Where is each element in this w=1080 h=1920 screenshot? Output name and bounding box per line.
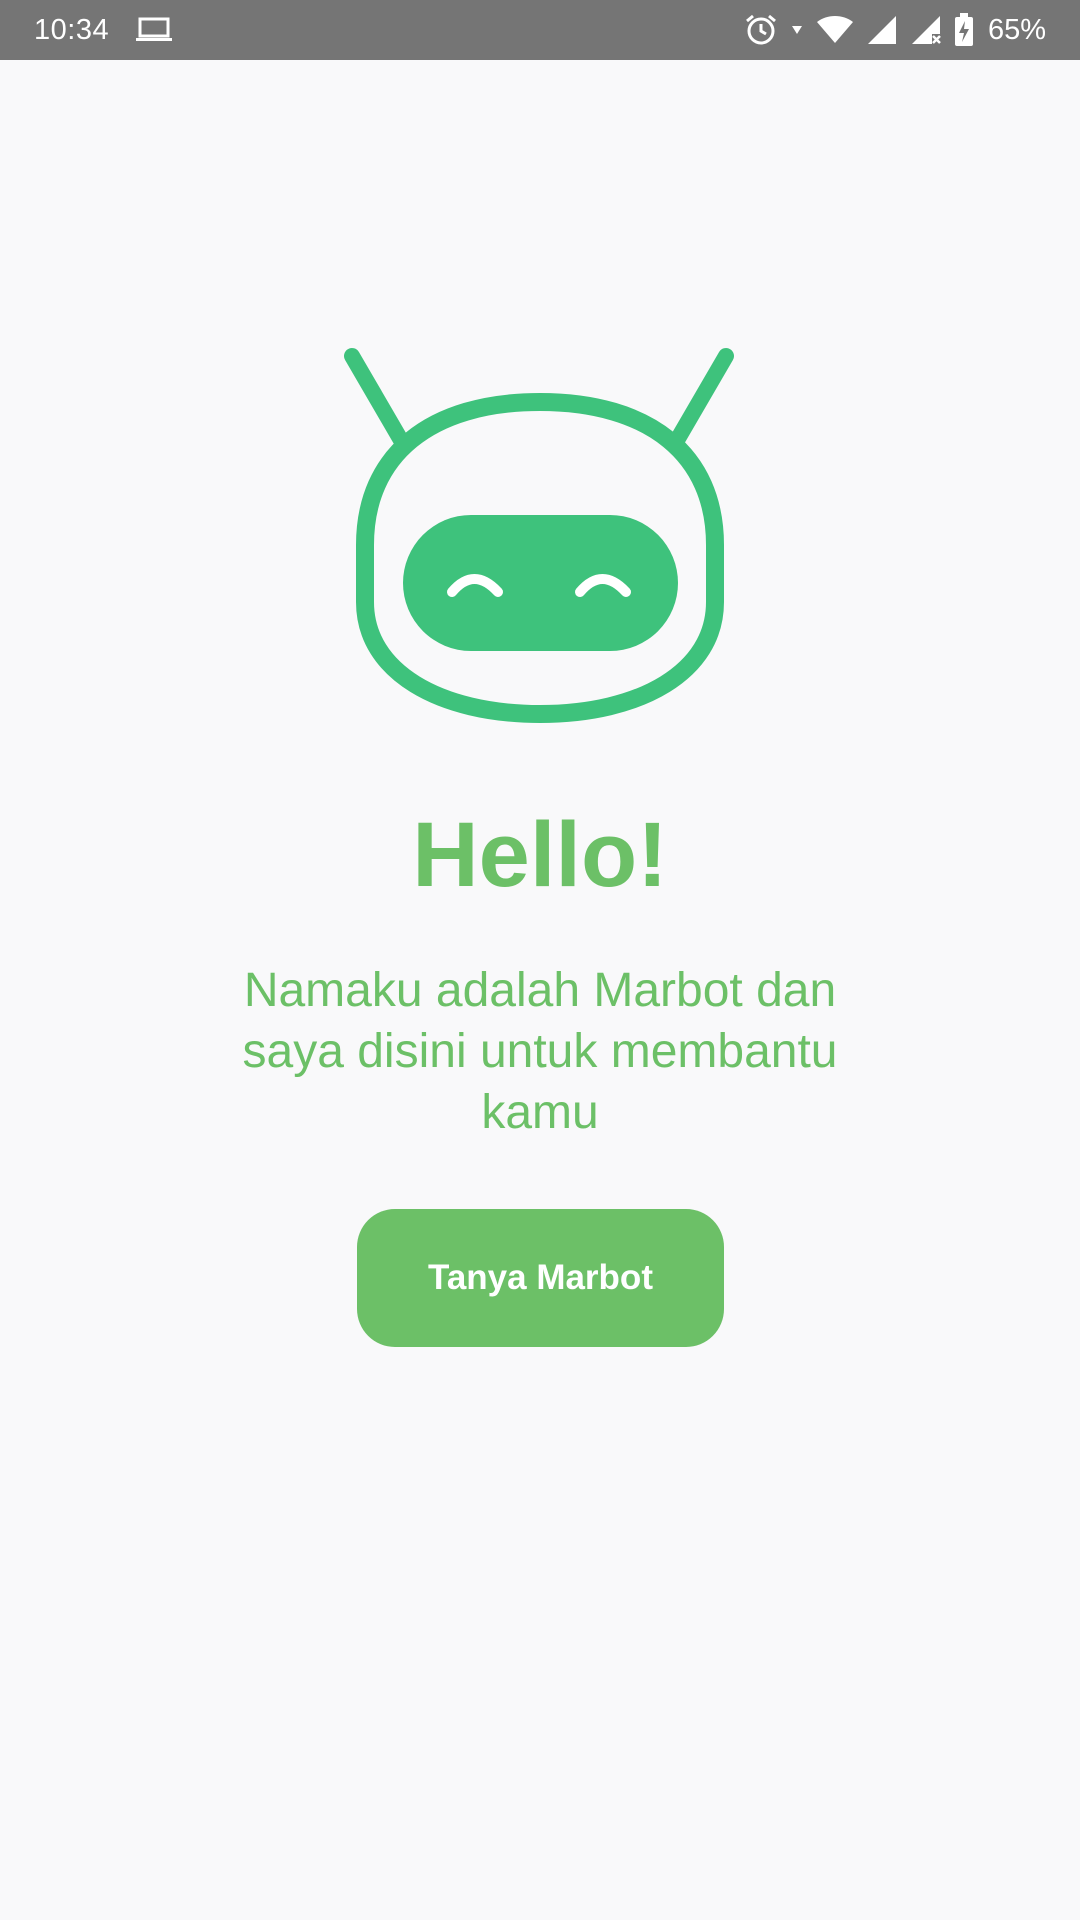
battery-percent: 65% bbox=[987, 13, 1046, 46]
ask-marbot-button[interactable]: Tanya Marbot bbox=[357, 1209, 724, 1347]
status-bar: 10:34 65% bbox=[0, 0, 1080, 60]
status-left: 10:34 bbox=[34, 14, 173, 47]
greeting-title: Hello! bbox=[412, 804, 668, 906]
battery-charging-icon bbox=[954, 13, 974, 47]
signal-no-service-icon bbox=[910, 14, 942, 46]
status-right: 65% bbox=[744, 13, 1046, 47]
status-time: 10:34 bbox=[34, 13, 110, 46]
intro-text: Namaku adalah Marbot dan saya disini unt… bbox=[242, 964, 838, 1139]
wifi-icon bbox=[816, 15, 854, 45]
robot-icon bbox=[340, 340, 740, 730]
signal-icon bbox=[866, 14, 898, 46]
laptop-icon bbox=[135, 16, 173, 44]
alarm-icon bbox=[744, 13, 778, 47]
data-arrow-icon bbox=[790, 23, 804, 37]
